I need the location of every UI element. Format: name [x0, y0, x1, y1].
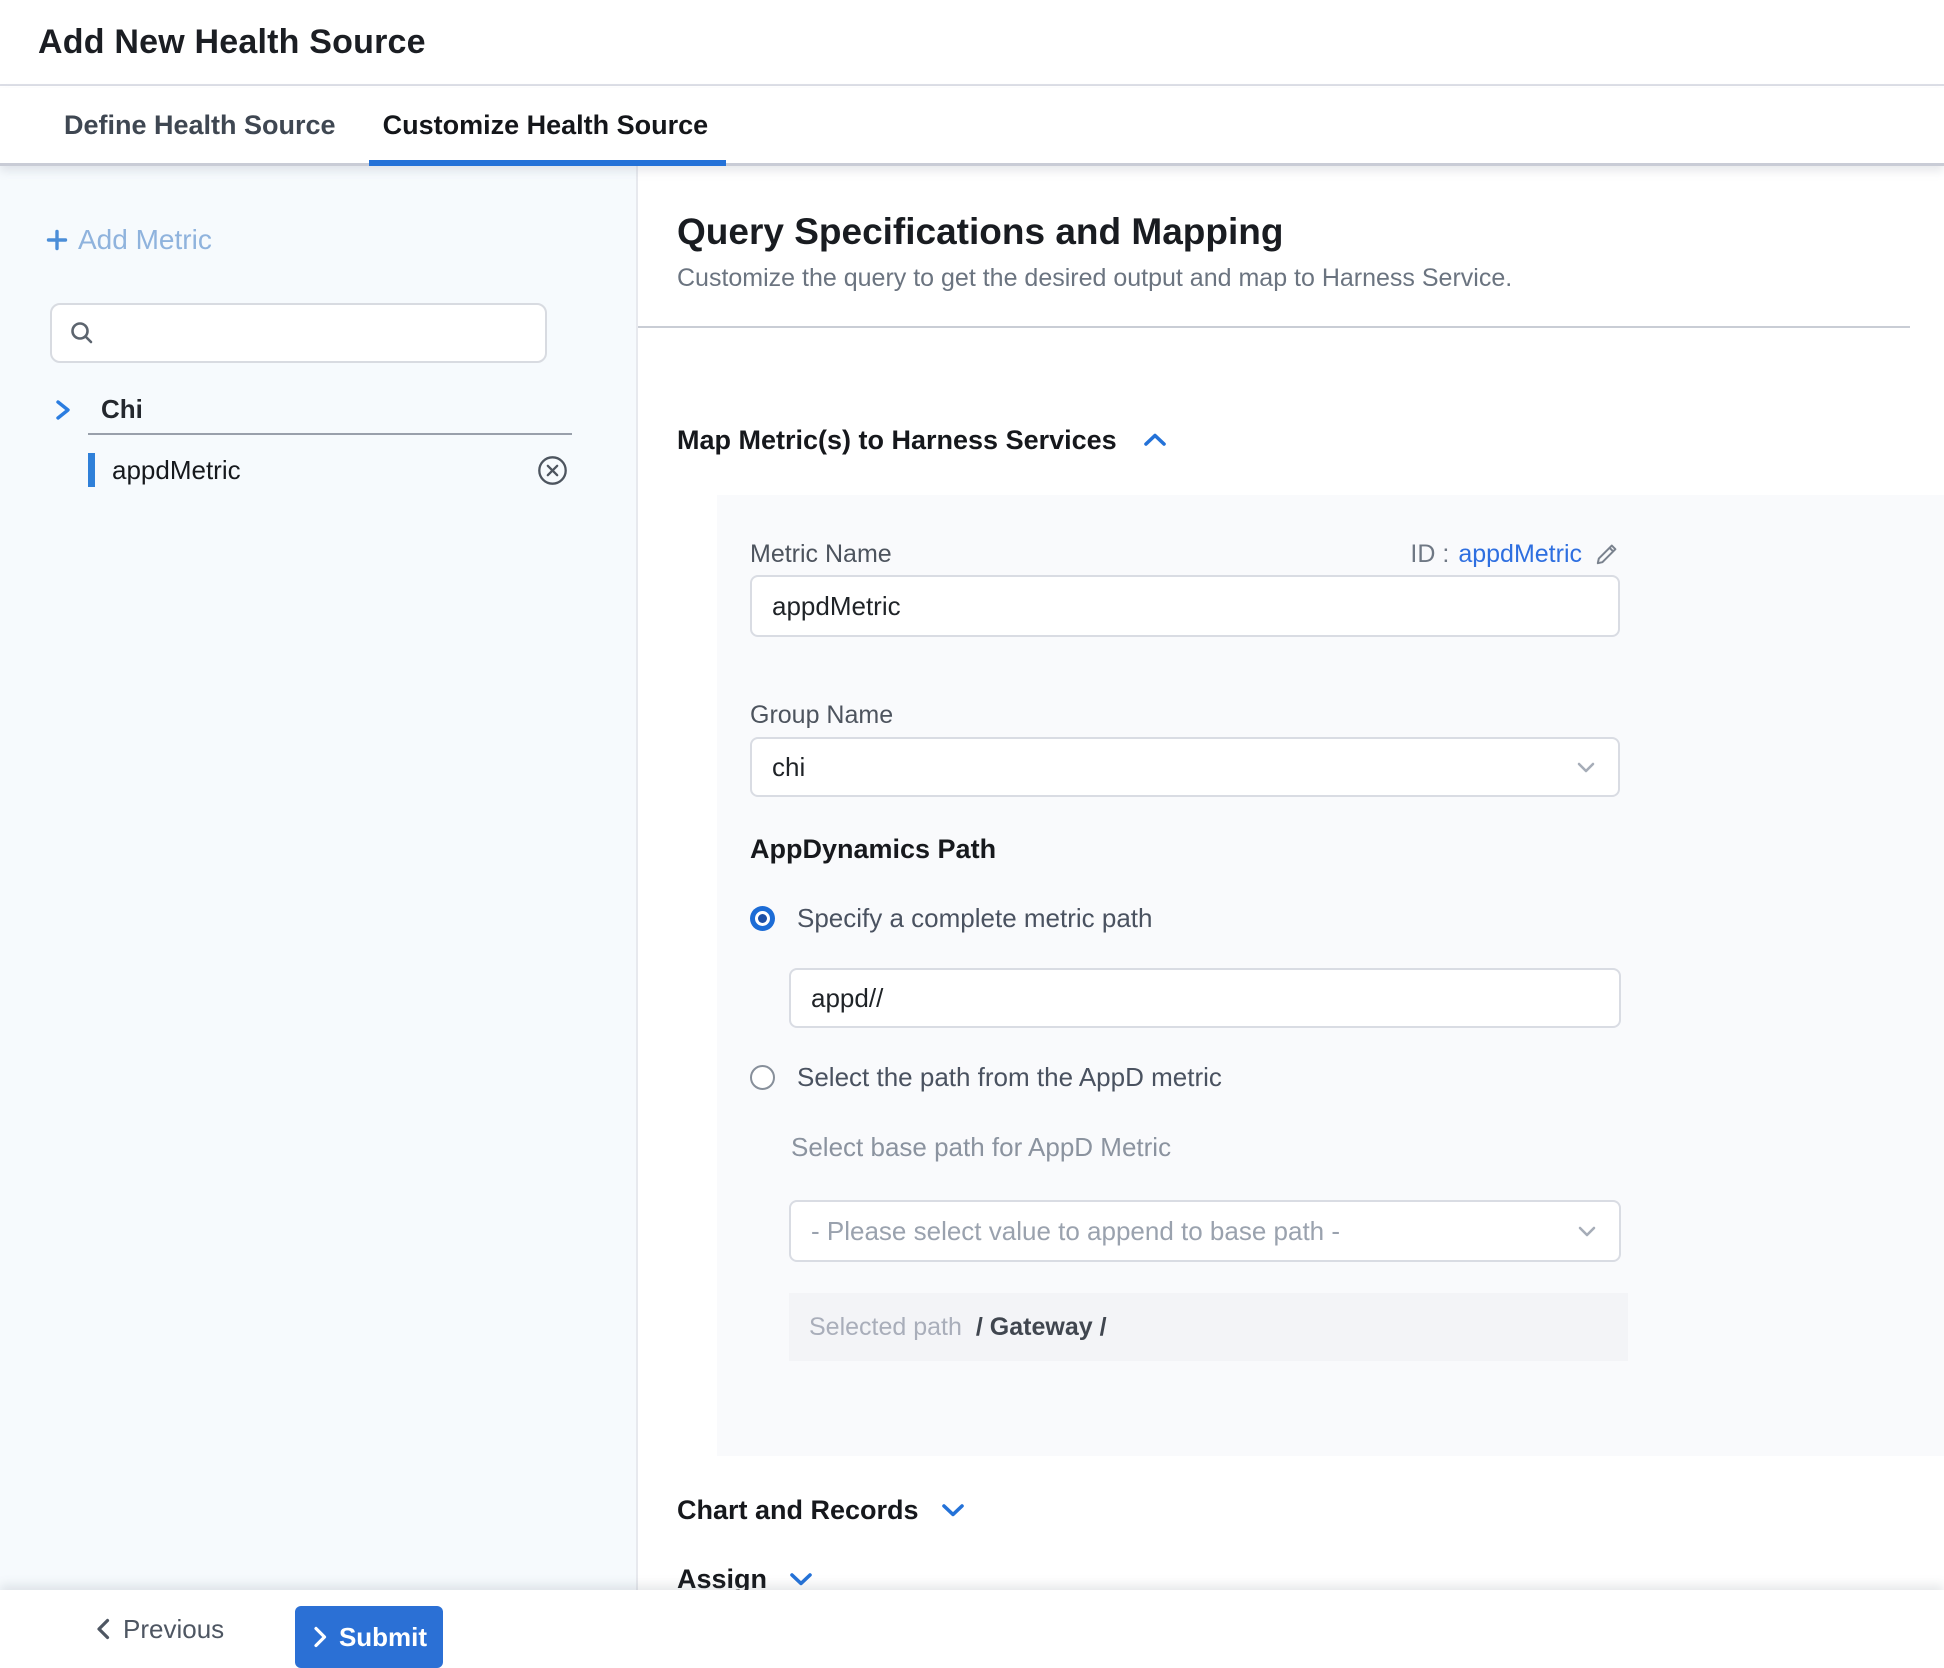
map-metrics-section-title: Map Metric(s) to Harness Services	[677, 425, 1117, 456]
selected-path-bar: Selected path / Gateway /	[789, 1293, 1628, 1361]
base-path-select[interactable]: - Please select value to append to base …	[789, 1200, 1621, 1262]
metric-name-row: Metric Name ID : appdMetric	[750, 539, 1620, 569]
chart-and-records-title: Chart and Records	[677, 1495, 919, 1526]
base-path-placeholder: - Please select value to append to base …	[811, 1216, 1340, 1247]
panel-divider	[638, 326, 1910, 328]
radio-unselected-icon[interactable]	[750, 1065, 775, 1090]
chevron-down-icon	[1574, 755, 1598, 779]
delete-metric-icon[interactable]	[537, 455, 568, 486]
add-metric-button[interactable]: Add Metric	[44, 225, 636, 255]
panel-subheading: Customize the query to get the desired o…	[677, 264, 1944, 292]
modal-header: Add New Health Source	[0, 0, 1944, 86]
sidebar-item-appdmetric[interactable]: appdMetric	[88, 452, 572, 488]
search-icon	[67, 318, 97, 348]
base-path-label: Select base path for AppD Metric	[791, 1135, 1944, 1160]
chevron-down-icon	[787, 1569, 815, 1589]
sidebar-group-chi[interactable]: Chi	[53, 393, 636, 425]
modal-body: Add Metric Chi appdMetric	[0, 166, 1944, 1590]
metrics-sidebar: Add Metric Chi appdMetric	[0, 166, 638, 1590]
previous-button[interactable]: Previous	[94, 1612, 224, 1646]
submit-label: Submit	[339, 1622, 427, 1653]
edit-pencil-icon[interactable]	[1594, 541, 1620, 567]
group-label: Chi	[101, 394, 143, 425]
metric-search-box	[50, 303, 547, 363]
selected-path-value: / Gateway /	[976, 1313, 1107, 1342]
modal-footer: Previous Submit	[0, 1590, 1944, 1668]
select-path-label: Select the path from the AppD metric	[797, 1062, 1222, 1093]
group-name-label: Group Name	[750, 700, 1944, 730]
assign-title: Assign	[677, 1564, 767, 1591]
sidebar-divider	[88, 433, 572, 435]
previous-label: Previous	[123, 1614, 224, 1645]
add-metric-label: Add Metric	[78, 224, 212, 256]
group-name-select[interactable]: chi	[750, 737, 1620, 797]
metric-name-input[interactable]	[750, 575, 1620, 637]
chevron-up-icon	[1141, 430, 1169, 450]
page-title: Add New Health Source	[38, 23, 426, 62]
chevron-down-icon	[1575, 1219, 1599, 1243]
complete-path-label: Specify a complete metric path	[797, 903, 1153, 934]
search-input[interactable]	[97, 305, 545, 361]
metric-mapping-card: Metric Name ID : appdMetric Group Nam	[717, 495, 1944, 1456]
radio-complete-metric-path[interactable]: Specify a complete metric path	[750, 906, 1944, 931]
selected-path-label: Selected path	[809, 1313, 962, 1342]
radio-selected-icon[interactable]	[750, 906, 775, 931]
group-name-value: chi	[772, 752, 805, 783]
appdynamics-path-title: AppDynamics Path	[750, 833, 1944, 865]
plus-icon	[44, 227, 70, 253]
selected-metric-indicator	[88, 453, 95, 487]
tab-bar: Define Health Source Customize Health So…	[0, 88, 1944, 166]
submit-button[interactable]: Submit	[295, 1606, 443, 1668]
query-specifications-panel: Query Specifications and Mapping Customi…	[638, 166, 1944, 1590]
radio-select-path[interactable]: Select the path from the AppD metric	[750, 1065, 1944, 1090]
chevron-right-icon	[53, 397, 73, 423]
metric-item-label: appdMetric	[112, 455, 537, 486]
metric-id-block: ID : appdMetric	[1410, 540, 1620, 569]
chevron-left-icon	[94, 1616, 112, 1642]
id-label: ID :	[1410, 540, 1449, 569]
panel-heading: Query Specifications and Mapping	[677, 210, 1944, 254]
map-metrics-section-toggle[interactable]: Map Metric(s) to Harness Services	[677, 425, 1944, 455]
chart-and-records-toggle[interactable]: Chart and Records	[677, 1496, 1944, 1524]
assign-toggle[interactable]: Assign	[677, 1565, 1944, 1590]
chevron-down-icon	[939, 1500, 967, 1520]
tab-customize-health-source[interactable]: Customize Health Source	[383, 88, 709, 163]
complete-metric-path-input[interactable]	[789, 968, 1621, 1028]
metric-name-label: Metric Name	[750, 539, 892, 569]
id-value-link[interactable]: appdMetric	[1458, 540, 1582, 569]
tab-define-health-source[interactable]: Define Health Source	[64, 88, 336, 163]
add-health-source-modal: Add New Health Source Define Health Sour…	[0, 0, 1944, 1668]
chevron-right-icon	[311, 1624, 329, 1650]
